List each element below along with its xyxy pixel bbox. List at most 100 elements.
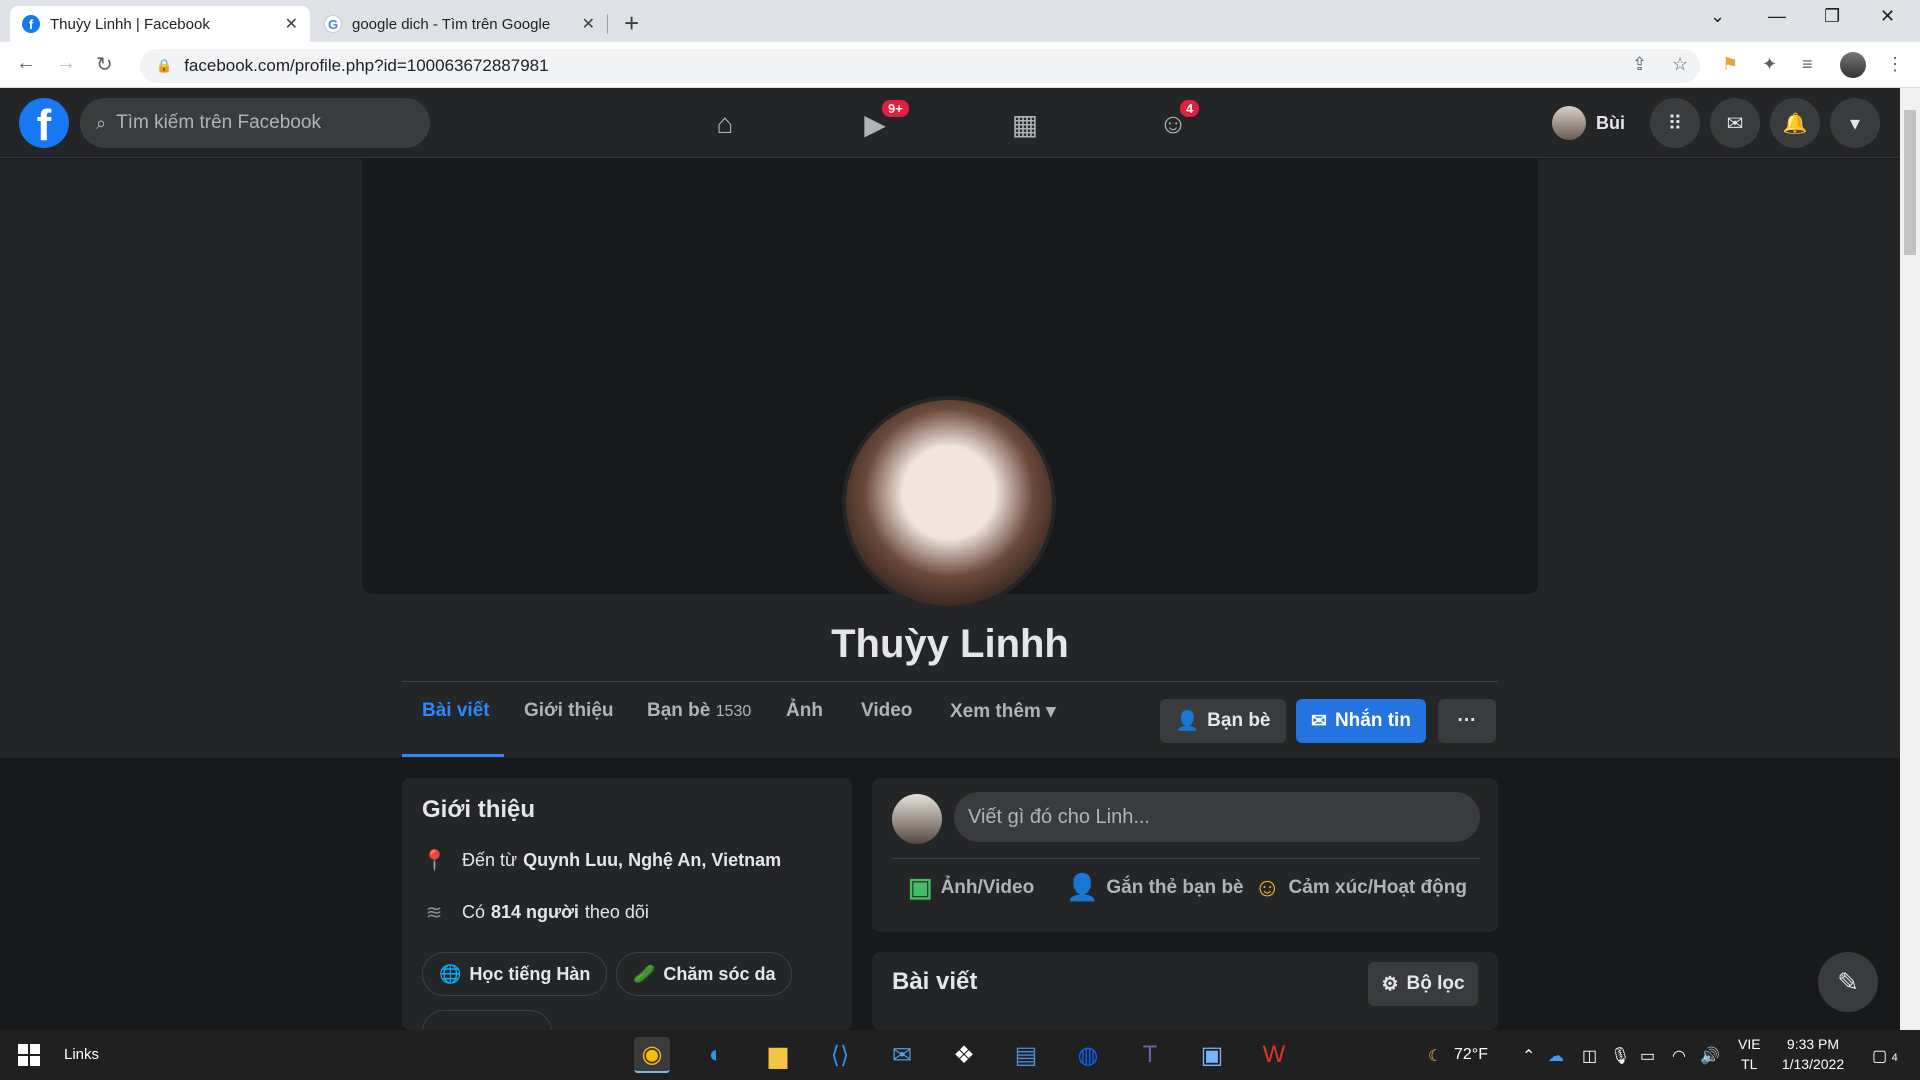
followers-prefix: Có	[462, 902, 486, 922]
zalo-icon[interactable]: ◍	[1070, 1037, 1106, 1073]
filter-button[interactable]: ⚙ Bộ lọc	[1368, 962, 1478, 1006]
google-icon: G	[324, 15, 342, 33]
teams-icon[interactable]: T	[1132, 1037, 1168, 1073]
mail-icon[interactable]: ✉	[884, 1037, 920, 1073]
browser-toolbar: ← → ↻ 🔒 facebook.com/profile.php?id=1000…	[0, 42, 1920, 88]
message-button[interactable]: ✉ Nhắn tin	[1296, 699, 1426, 743]
tab-videos[interactable]: Video	[861, 700, 912, 722]
facebook-icon: f	[22, 15, 40, 33]
tab-search-icon[interactable]: ⌄	[1710, 6, 1725, 27]
wps-office-icon[interactable]: W	[1256, 1037, 1292, 1073]
menu-grid-icon[interactable]: ⠿	[1650, 98, 1700, 148]
new-message-icon[interactable]: ✎	[1818, 952, 1878, 1012]
back-button[interactable]: ←	[16, 52, 36, 75]
hobby-chip-partial[interactable]	[422, 1010, 552, 1030]
hobby-label: Chăm sóc da	[663, 963, 776, 984]
friends-count: 1530	[715, 703, 752, 720]
microphone-icon[interactable]: 🎙	[1610, 1046, 1630, 1066]
posts-card: Bài viết ⚙ Bộ lọc	[872, 952, 1498, 1030]
new-tab-button[interactable]: +	[624, 8, 639, 39]
notification-center-icon[interactable]: ▢ 4	[1872, 1046, 1898, 1066]
hobby-chip[interactable]: 🌐 Học tiếng Hàn	[422, 952, 608, 996]
account-dropdown-icon[interactable]: ▾	[1830, 98, 1880, 148]
devc-icon[interactable]: ▣	[1194, 1037, 1230, 1073]
photo-video-button[interactable]: ▣ Ảnh/Video	[908, 872, 1034, 903]
search-placeholder: Tìm kiếm trên Facebook	[116, 112, 321, 133]
profile-picture[interactable]	[842, 396, 1056, 610]
scrollbar-thumb[interactable]	[1904, 110, 1916, 255]
feeling-label: Cảm xúc/Hoạt động	[1288, 876, 1467, 898]
weather-temp[interactable]: 72°F	[1454, 1046, 1488, 1064]
weather-moon-icon[interactable]: ☾	[1428, 1046, 1442, 1066]
messenger-icon[interactable]: ✉	[1710, 98, 1760, 148]
watch-badge: 9+	[880, 98, 911, 119]
windows-start-button[interactable]	[18, 1044, 40, 1066]
tab-title: google dich - Tìm trên Google	[352, 15, 551, 33]
media-control-icon[interactable]: ≡	[1802, 54, 1813, 75]
address-bar[interactable]: 🔒 facebook.com/profile.php?id=1000636728…	[140, 49, 1700, 83]
filter-label: Bộ lọc	[1406, 973, 1465, 994]
watch-icon[interactable]: ▶ 9+	[850, 98, 911, 144]
bookmark-star-icon[interactable]: ☆	[1672, 54, 1688, 75]
home-icon[interactable]: ⌂	[700, 104, 750, 144]
facebook-search-input[interactable]: ⌕ Tìm kiếm trên Facebook	[80, 98, 430, 148]
tab-friends[interactable]: Bạn bè 1530	[647, 700, 751, 722]
tray-expand-icon[interactable]: ⌃	[1522, 1046, 1535, 1066]
clock-time: 9:33 PM	[1786, 1036, 1840, 1052]
avatar[interactable]	[892, 794, 942, 844]
restore-button[interactable]: ❐	[1824, 6, 1840, 27]
close-window-button[interactable]: ✕	[1880, 6, 1895, 27]
tag-friends-button[interactable]: 👤 Gắn thẻ bạn bè	[1066, 872, 1244, 903]
clock[interactable]: 9:33 PM 1/13/2022	[1776, 1036, 1850, 1072]
extension-icon[interactable]: ⚑	[1722, 54, 1738, 75]
links-toolbar[interactable]: Links	[64, 1046, 99, 1063]
wifi-icon[interactable]: ◠	[1672, 1046, 1686, 1066]
notifications-bell-icon[interactable]: 🔔	[1770, 98, 1820, 148]
cucumber-icon: 🥒	[633, 963, 656, 984]
hobby-chip[interactable]: 🥒 Chăm sóc da	[616, 952, 793, 996]
dropbox-icon[interactable]: ❖	[946, 1037, 982, 1073]
file-explorer-icon[interactable]: ▆	[760, 1037, 796, 1073]
minimize-button[interactable]: —	[1768, 6, 1786, 27]
friends-button[interactable]: 👤 Bạn bè	[1160, 699, 1286, 743]
profile-avatar-icon[interactable]	[1840, 52, 1866, 78]
followers-count[interactable]: 814 người	[491, 902, 579, 923]
notification-count: 4	[1891, 1052, 1898, 1064]
tab-photos[interactable]: Ảnh	[786, 700, 823, 722]
share-icon[interactable]: ⇪	[1632, 54, 1647, 75]
edge-icon[interactable]: ◐	[698, 1037, 734, 1073]
vscode-icon[interactable]: ⟨⟩	[822, 1037, 858, 1073]
tab-facebook[interactable]: f Thuỳy Linhh | Facebook ✕	[10, 6, 310, 42]
more-options-button[interactable]: ···	[1438, 699, 1496, 743]
extensions-puzzle-icon[interactable]: ✦	[1762, 54, 1777, 75]
facebook-logo[interactable]: f	[19, 98, 69, 148]
battery-icon[interactable]: ▭	[1640, 1046, 1655, 1066]
close-icon[interactable]: ✕	[582, 14, 595, 34]
marketplace-icon[interactable]: ▦	[1000, 104, 1050, 144]
user-profile-link[interactable]: Bùi	[1552, 104, 1625, 142]
language-indicator[interactable]: VIE TL	[1738, 1036, 1761, 1072]
tab-posts[interactable]: Bài viết	[422, 700, 490, 722]
language-top: VIE	[1738, 1036, 1761, 1052]
groups-icon[interactable]: ☺ 4	[1148, 98, 1202, 144]
tab-google[interactable]: G google dich - Tìm trên Google ✕	[312, 6, 607, 42]
composer-divider	[892, 858, 1480, 859]
close-icon[interactable]: ✕	[285, 14, 298, 34]
tab-about[interactable]: Giới thiệu	[524, 700, 614, 722]
windows-taskbar: Links ◉ ◐ ▆ ⟨⟩ ✉ ❖ ▤ ◍ T ▣ W ☾ 72°F ⌃ ☁ …	[0, 1030, 1920, 1080]
volume-icon[interactable]: 🔊	[1700, 1046, 1720, 1066]
device-icon[interactable]: ▤	[1008, 1037, 1044, 1073]
intro-card: Giới thiệu 📍 Đến từ Quynh Luu, Nghệ An, …	[402, 778, 852, 1030]
onedrive-icon[interactable]: ☁	[1548, 1046, 1564, 1066]
tab-more[interactable]: Xem thêm ▾	[950, 700, 1056, 723]
feeling-activity-button[interactable]: ☺ Cảm xúc/Hoạt động	[1254, 872, 1467, 903]
page-scrollbar[interactable]	[1900, 88, 1920, 1030]
chrome-icon[interactable]: ◉	[634, 1037, 670, 1073]
composer-input[interactable]: Viết gì đó cho Linh...	[954, 792, 1480, 842]
chrome-menu-icon[interactable]: ⋮	[1886, 54, 1904, 75]
forward-button[interactable]: →	[56, 52, 76, 75]
tray-device-icon[interactable]: ◫	[1582, 1046, 1597, 1066]
hometown-place[interactable]: Quynh Luu, Nghệ An, Vietnam	[523, 850, 781, 871]
reload-button[interactable]: ↻	[96, 52, 113, 77]
browser-tab-strip: f Thuỳy Linhh | Facebook ✕ G google dich…	[0, 0, 1920, 42]
